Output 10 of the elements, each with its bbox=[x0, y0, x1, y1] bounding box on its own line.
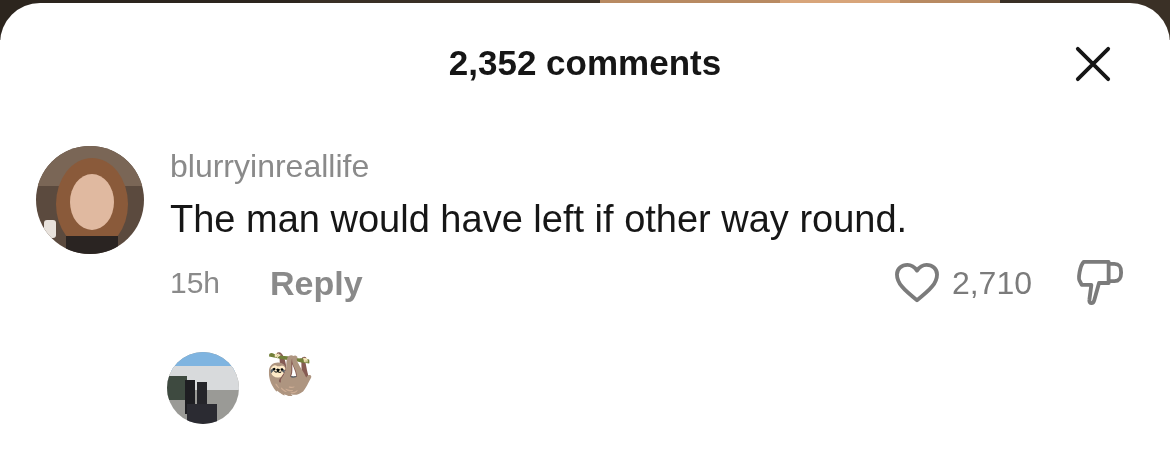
comment-time: 15h bbox=[170, 266, 221, 300]
sheet-title: 2,352 comments bbox=[448, 43, 722, 83]
thumbs-down-icon[interactable] bbox=[1076, 258, 1124, 308]
heart-icon[interactable] bbox=[893, 262, 940, 304]
username[interactable]: blurryinreallife bbox=[170, 146, 1124, 186]
like-count: 2,710 bbox=[951, 264, 1032, 302]
username[interactable]: 🦥 bbox=[265, 352, 315, 396]
comment-text: The man would have left if other way round. bbox=[170, 197, 909, 242]
close-icon[interactable] bbox=[1074, 45, 1112, 83]
reply-button[interactable]: Reply bbox=[270, 263, 363, 303]
